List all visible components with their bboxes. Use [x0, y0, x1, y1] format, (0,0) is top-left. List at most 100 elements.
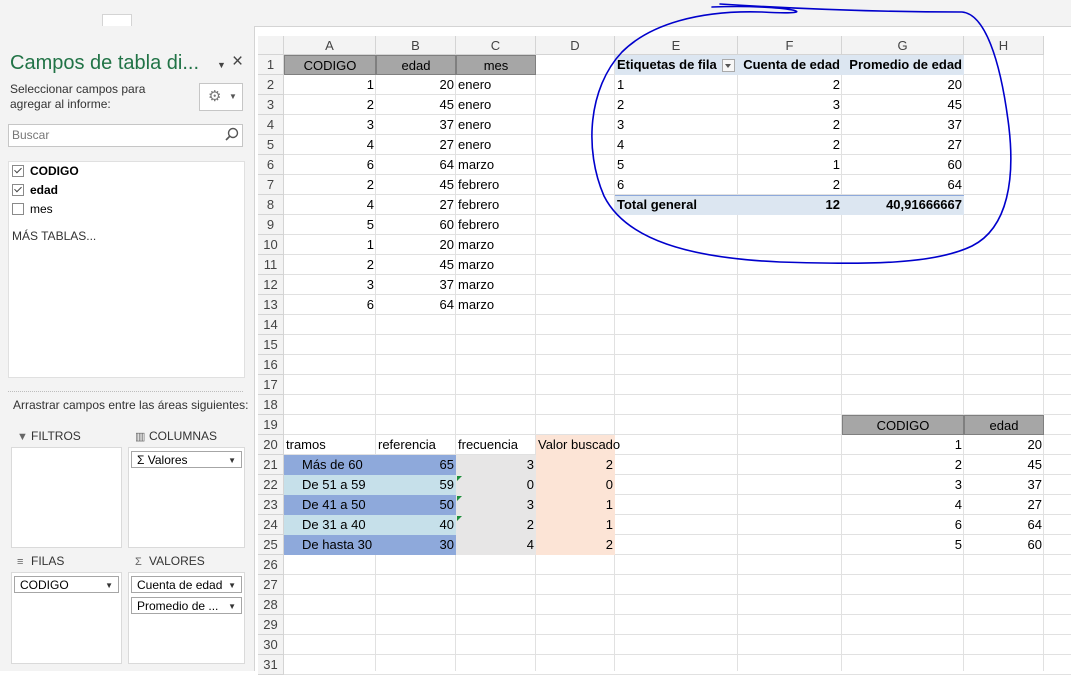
table-cell[interactable]: febrero — [456, 175, 536, 195]
table-cell[interactable]: 1 — [284, 235, 376, 255]
table-cell[interactable]: 27 — [376, 195, 456, 215]
pivot-row-label[interactable]: 2 — [615, 95, 738, 115]
pivot-cell[interactable]: 37 — [842, 115, 964, 135]
row-header[interactable]: 29 — [258, 615, 284, 635]
settings-button[interactable]: ⚙ ▼ — [199, 83, 243, 111]
row-header[interactable]: 6 — [258, 155, 284, 175]
row-header[interactable]: 22 — [258, 475, 284, 495]
table-cell[interactable]: 45 — [376, 95, 456, 115]
column-header-e[interactable]: E — [615, 36, 738, 55]
row-header[interactable]: 21 — [258, 455, 284, 475]
column-header-b[interactable]: B — [376, 36, 456, 55]
row-header[interactable]: 27 — [258, 575, 284, 595]
row-header[interactable]: 26 — [258, 555, 284, 575]
table-cell[interactable]: 5 — [284, 215, 376, 235]
table-cell[interactable]: 64 — [376, 295, 456, 315]
table-cell[interactable]: 20 — [964, 435, 1044, 455]
row-header[interactable]: 1 — [258, 55, 284, 75]
row-header[interactable]: 10 — [258, 235, 284, 255]
values-drop-zone[interactable]: Cuenta de edad ▼ Promedio de ... ▼ — [128, 572, 245, 664]
spreadsheet-grid[interactable]: ABCDEFGH 1 2 3 4 5 6 7 8 9 10 11 12 13 14 15 16 17 18 19 20… — [258, 36, 1071, 675]
values-field-cuenta[interactable]: Cuenta de edad ▼ — [131, 576, 242, 593]
chevron-down-icon[interactable]: ▼ — [228, 452, 236, 467]
table-cell[interactable]: 4 — [284, 135, 376, 155]
chevron-down-icon[interactable]: ▼ — [105, 577, 113, 592]
column-header-d[interactable]: D — [536, 36, 615, 55]
select-all-corner[interactable] — [258, 36, 284, 55]
chevron-down-icon[interactable]: ▼ — [217, 60, 226, 70]
table-cell[interactable]: marzo — [456, 155, 536, 175]
pivot-cell[interactable]: 2 — [738, 75, 842, 95]
tramos-referencia[interactable]: 40 — [376, 515, 456, 535]
pivot-cell[interactable]: 2 — [738, 115, 842, 135]
checkbox-checked[interactable] — [12, 165, 24, 177]
table-cell[interactable]: enero — [456, 95, 536, 115]
table-cell[interactable]: marzo — [456, 235, 536, 255]
tramos-frecuencia[interactable]: 0 — [456, 475, 536, 495]
pivot-cell[interactable]: 1 — [738, 155, 842, 175]
row-header[interactable]: 16 — [258, 355, 284, 375]
tramos-label[interactable]: Más de 60 — [284, 455, 376, 475]
row-header[interactable]: 18 — [258, 395, 284, 415]
table-cell[interactable]: 27 — [964, 495, 1044, 515]
row-header[interactable]: 17 — [258, 375, 284, 395]
table-cell[interactable]: 45 — [376, 175, 456, 195]
columns-field-valores[interactable]: Σ Valores ▼ — [131, 451, 242, 468]
close-icon[interactable]: × — [232, 51, 243, 73]
table-cell[interactable]: 4 — [284, 195, 376, 215]
table-header[interactable]: edad — [964, 415, 1044, 435]
tramos-referencia[interactable]: 50 — [376, 495, 456, 515]
table-cell[interactable]: 27 — [376, 135, 456, 155]
pivot-cell[interactable]: 64 — [842, 175, 964, 195]
column-header-f[interactable]: F — [738, 36, 842, 55]
row-header[interactable]: 9 — [258, 215, 284, 235]
row-header[interactable]: 8 — [258, 195, 284, 215]
filters-drop-zone[interactable] — [11, 447, 122, 548]
tramos-valor-buscado[interactable]: 2 — [536, 455, 615, 475]
table-cell[interactable]: enero — [456, 115, 536, 135]
pivot-cell[interactable]: 2 — [738, 175, 842, 195]
pivot-total-cell[interactable]: 12 — [738, 195, 842, 215]
column-header-g[interactable]: G — [842, 36, 964, 55]
table-cell[interactable]: 2 — [842, 455, 964, 475]
error-indicator-icon[interactable] — [457, 496, 462, 501]
values-field-promedio[interactable]: Promedio de ... ▼ — [131, 597, 242, 614]
pivot-header[interactable]: Cuenta de edad — [738, 55, 842, 75]
table-cell[interactable]: 6 — [842, 515, 964, 535]
table-cell[interactable]: 6 — [284, 295, 376, 315]
pivot-row-label[interactable]: 6 — [615, 175, 738, 195]
search-input[interactable]: Buscar — [8, 124, 243, 147]
row-header[interactable]: 14 — [258, 315, 284, 335]
row-header[interactable]: 11 — [258, 255, 284, 275]
tramos-frecuencia[interactable]: 4 — [456, 535, 536, 555]
row-header[interactable]: 5 — [258, 135, 284, 155]
table-cell[interactable]: enero — [456, 75, 536, 95]
column-header-c[interactable]: C — [456, 36, 536, 55]
table-cell[interactable]: 37 — [376, 115, 456, 135]
pivot-cell[interactable]: 2 — [738, 135, 842, 155]
error-indicator-icon[interactable] — [457, 516, 462, 521]
row-header[interactable]: 12 — [258, 275, 284, 295]
field-item-edad[interactable]: edad — [12, 181, 58, 199]
filter-dropdown-icon[interactable] — [722, 59, 735, 72]
row-header[interactable]: 15 — [258, 335, 284, 355]
pivot-row-label[interactable]: 1 — [615, 75, 738, 95]
pivot-header[interactable]: Etiquetas de fila — [615, 55, 738, 75]
table-cell[interactable]: 20 — [376, 75, 456, 95]
pivot-cell[interactable]: 60 — [842, 155, 964, 175]
table-cell[interactable]: marzo — [456, 295, 536, 315]
tramos-frecuencia[interactable]: 3 — [456, 495, 536, 515]
tramos-referencia[interactable]: 65 — [376, 455, 456, 475]
row-header[interactable]: 4 — [258, 115, 284, 135]
table-cell[interactable]: 60 — [964, 535, 1044, 555]
table-cell[interactable]: 45 — [376, 255, 456, 275]
column-header-h[interactable]: H — [964, 36, 1044, 55]
tramos-valor-buscado[interactable]: 2 — [536, 535, 615, 555]
more-tables-link[interactable]: MÁS TABLAS... — [12, 229, 96, 243]
table-header[interactable]: edad — [376, 55, 456, 75]
table-header[interactable]: CODIGO — [842, 415, 964, 435]
row-header[interactable]: 20 — [258, 435, 284, 455]
table-cell[interactable]: 5 — [842, 535, 964, 555]
pivot-row-label[interactable]: 5 — [615, 155, 738, 175]
pivot-total-label[interactable]: Total general — [615, 195, 738, 215]
